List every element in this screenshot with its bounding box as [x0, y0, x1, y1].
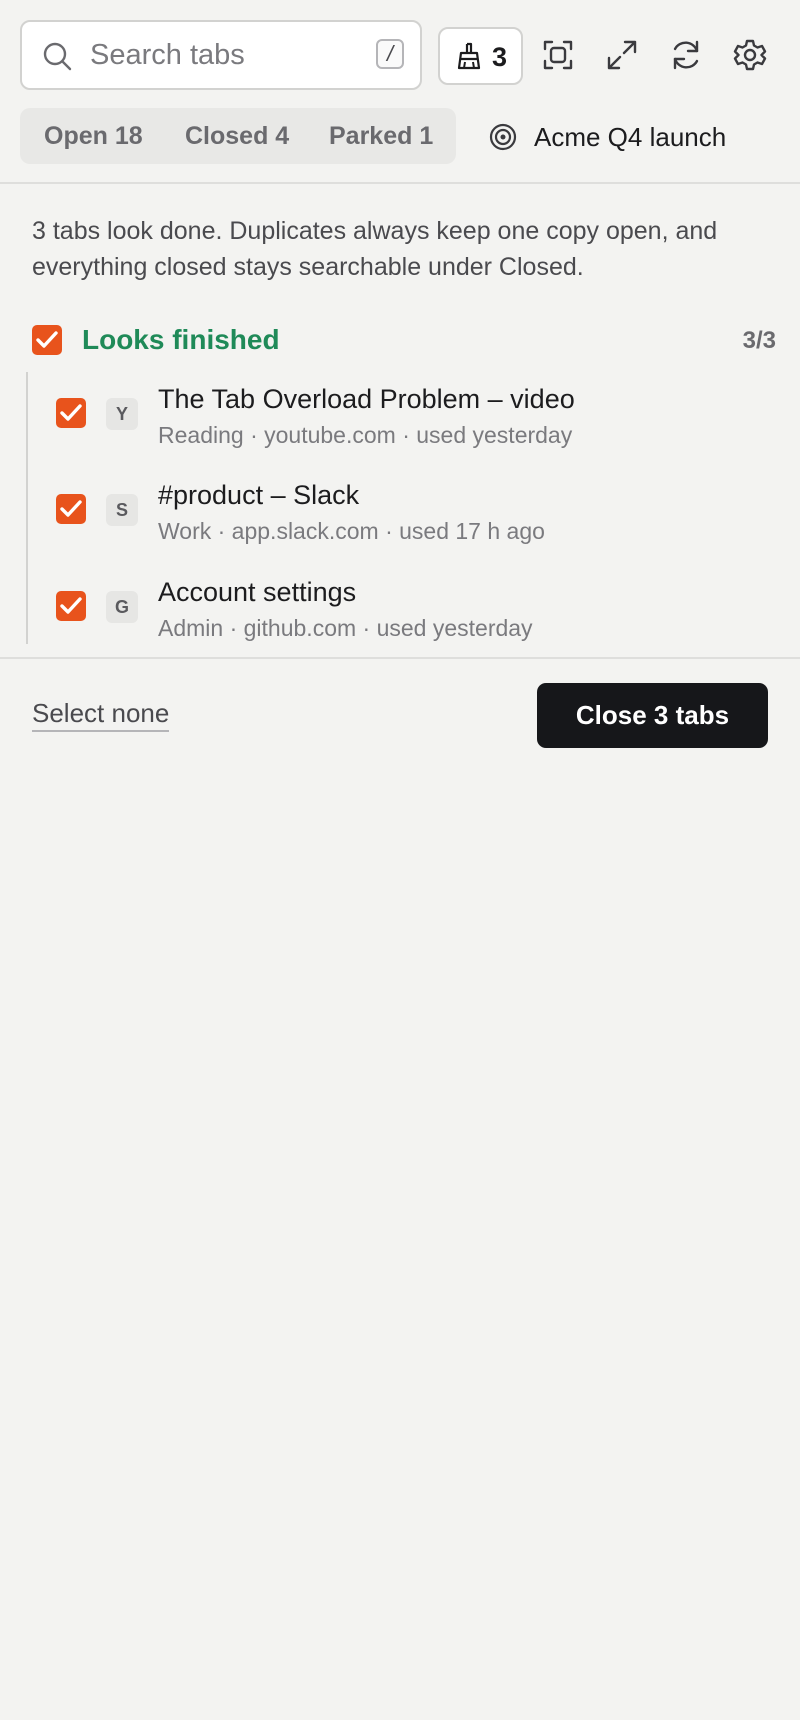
checkmark-icon [60, 500, 82, 517]
tab-parked[interactable]: Parked 1 [329, 122, 433, 151]
checkmark-icon [60, 404, 82, 421]
tab-open[interactable]: Open 18 [44, 122, 143, 151]
expand-button[interactable] [605, 38, 639, 72]
item-title: The Tab Overload Problem – video [158, 384, 575, 414]
workspace-label: Acme Q4 launch [534, 122, 727, 152]
divider [0, 657, 800, 659]
item-meta: Reading · youtube.com · used yesterday [158, 422, 573, 448]
search-input[interactable] [90, 34, 360, 76]
group-title: Looks finished [82, 324, 280, 355]
group-header: Looks finished 3/3 [32, 324, 776, 356]
list-item[interactable]: G Account settings Admin · github.com · … [32, 577, 776, 657]
item-meta: Work · app.slack.com · used 17 h ago [158, 518, 545, 544]
expand-icon [607, 40, 637, 70]
group-checkbox[interactable] [32, 325, 62, 355]
shortcut-hint: / [376, 39, 404, 69]
select-none-link[interactable]: Select none [32, 698, 170, 732]
broom-icon [454, 41, 484, 71]
target-icon [488, 122, 518, 152]
intro-text: 3 tabs look done. Duplicates always keep… [32, 217, 718, 281]
sweep-button[interactable]: 3 [438, 27, 523, 85]
checkmark-icon [60, 597, 82, 614]
list-item[interactable]: S #product – Slack Work · app.slack.com … [32, 480, 776, 560]
item-title: #product – Slack [158, 480, 360, 510]
item-title: Account settings [158, 577, 357, 607]
item-meta: Admin · github.com · used yesterday [158, 615, 533, 641]
focus-button[interactable] [541, 38, 575, 72]
favicon: G [106, 591, 138, 623]
focus-scan-icon [543, 40, 573, 70]
close-tabs-button[interactable]: Close 3 tabs [537, 683, 768, 748]
search-box[interactable]: / [20, 20, 422, 90]
divider [0, 182, 800, 184]
group-count: 3/3 [742, 327, 776, 354]
favicon: Y [106, 398, 138, 430]
tab-closed[interactable]: Closed 4 [185, 122, 289, 151]
checkmark-icon [36, 331, 58, 348]
refresh-button[interactable] [669, 38, 703, 72]
tab-filter-group: Open 18 Closed 4 Parked 1 [20, 108, 456, 164]
item-checkbox[interactable] [56, 398, 86, 428]
search-icon [42, 41, 72, 71]
refresh-icon [673, 40, 699, 70]
item-checkbox[interactable] [56, 494, 86, 524]
gear-icon [733, 39, 767, 71]
group-rail [26, 372, 28, 644]
item-checkbox[interactable] [56, 591, 86, 621]
settings-button[interactable] [733, 38, 767, 72]
list-item[interactable]: Y The Tab Overload Problem – video Readi… [32, 384, 776, 464]
top-bar: / 3 [0, 0, 800, 110]
favicon: S [106, 494, 138, 526]
sweep-count: 3 [492, 42, 508, 72]
